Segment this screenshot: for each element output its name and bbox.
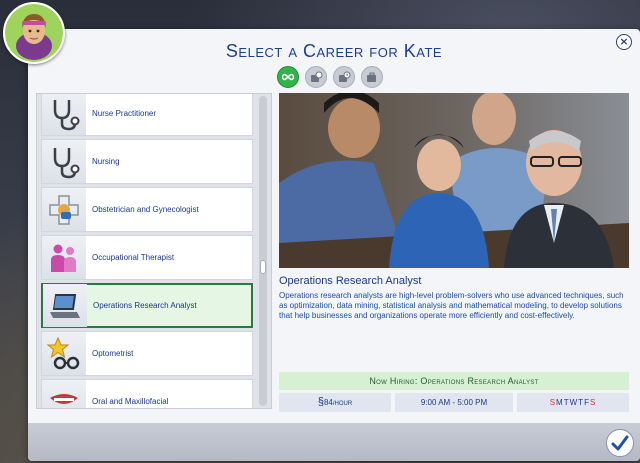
people-icon [42,236,86,279]
list-item-optometrist[interactable]: Optometrist [41,331,253,376]
now-hiring-banner: Now Hiring: Operations Research Analyst [279,372,629,390]
work-days: SMTWTFS [517,393,629,412]
career-label: Nursing [92,156,120,166]
freelance-icon[interactable] [361,66,383,88]
career-label: Optometrist [92,348,134,358]
list-item-oral-maxillofacial[interactable]: Oral and Maxillofacial [41,379,253,408]
list-item-obstetrician[interactable]: Obstetrician and Gynecologist [41,187,253,232]
checkmark-icon [611,435,629,451]
glasses-star-icon [42,332,86,375]
stethoscope-icon [42,94,86,135]
sim-portrait-icon [5,4,63,62]
stethoscope-icon [42,140,86,183]
confirm-button[interactable] [606,429,634,457]
pay-amount: 84 [323,398,333,407]
career-description: Operations research analysts are high-le… [279,291,624,320]
career-type-filters [277,66,383,88]
career-list[interactable]: Nurse Practitioner Nursing Obstetrician … [36,93,272,409]
list-item-nursing[interactable]: Nursing [41,139,253,184]
list-scrollbar-thumb[interactable] [260,260,266,274]
list-item-operations-research-analyst[interactable]: Operations Research Analyst [41,283,253,328]
career-detail-title: Operations Research Analyst [279,275,422,287]
dialog-footer [28,423,640,461]
day-mon: M [556,398,564,407]
medical-cross-icon [42,188,86,231]
mouth-icon [42,380,86,408]
work-hours: 9:00 AM - 5:00 PM [395,393,513,412]
career-photo [279,93,629,268]
part-time-icon[interactable] [305,66,327,88]
laptop-icon [43,284,87,327]
pay-rate: §84/HOUR [279,393,391,412]
sim-avatar[interactable] [3,2,65,64]
list-item-nurse-practitioner[interactable]: Nurse Practitioner [41,94,253,136]
dialog-title: Select a Career for Kate [225,41,443,61]
list-item-occupational-therapist[interactable]: Occupational Therapist [41,235,253,280]
close-button[interactable]: × [616,34,632,50]
day-wed: W [569,398,579,407]
career-label: Obstetrician and Gynecologist [92,204,199,214]
infinite-career-icon[interactable] [277,66,299,88]
career-label: Occupational Therapist [92,252,175,262]
pay-unit: /HOUR [332,401,353,407]
day-sat: S [589,398,597,407]
scheduled-icon[interactable] [333,66,355,88]
list-scrollbar-track[interactable] [259,96,267,406]
career-label: Nurse Practitioner [92,108,157,118]
career-selection-dialog: Select a Career for Kate × Nurse Practit… [28,29,640,461]
career-label: Operations Research Analyst [93,300,197,310]
career-label: Oral and Maxillofacial [92,396,169,406]
